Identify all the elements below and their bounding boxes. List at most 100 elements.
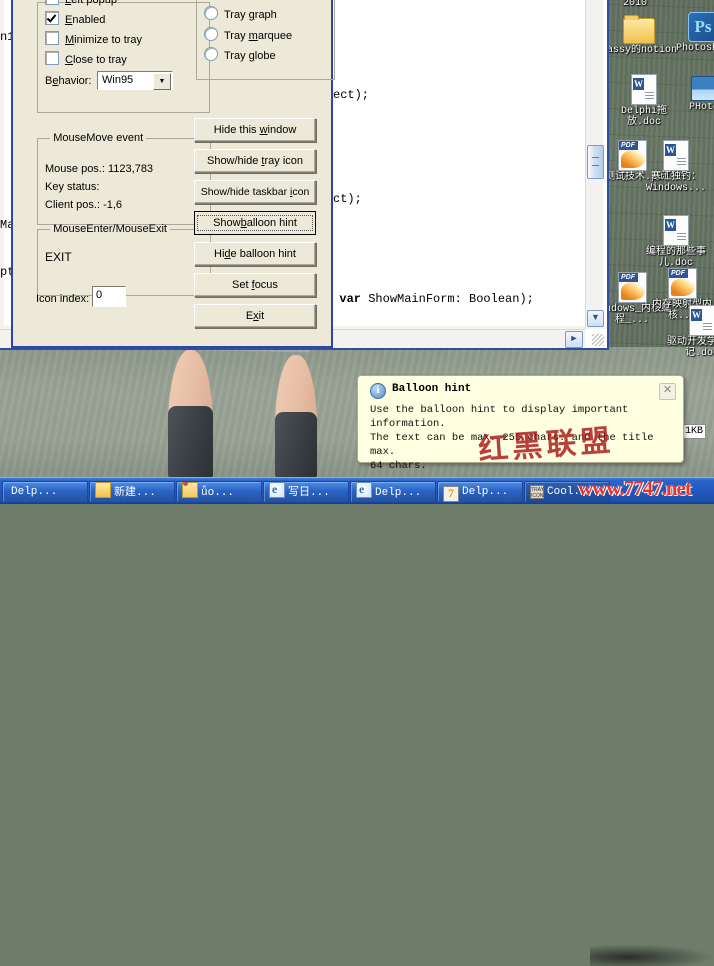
icon-index-label: Icon index: [36, 293, 90, 305]
set-focus-button[interactable]: Set focus [194, 273, 316, 297]
chevron-down-icon[interactable]: ▼ [153, 73, 171, 90]
radio-row-tray-graph[interactable]: Tray graph [204, 6, 277, 22]
behavior-value: Win95 [102, 74, 134, 86]
checkbox-left-popup[interactable] [45, 0, 59, 5]
delphi7-icon: 7 [443, 486, 459, 502]
taskbar-button-label: ǚo... [201, 487, 235, 499]
taskbar-button-new-folder[interactable]: 新建... [89, 481, 175, 503]
checkbox-row-close-to-tray[interactable]: Close to tray [45, 51, 127, 67]
show-hide-tray-icon-button[interactable]: Show/hide tray icon [194, 149, 316, 173]
checkbox-label: lose to tray [72, 54, 127, 66]
desktop-icon-windows-doc[interactable]: 寒江独钓：Windows... [637, 140, 714, 194]
radio-row-tray-marquee[interactable]: Tray marquee [204, 27, 292, 43]
chevron-down-icon[interactable]: ▼ [587, 310, 604, 327]
client-pos-label: Client pos.: [45, 199, 101, 211]
balloon-text: Use the balloon hint to display importan… [370, 404, 654, 472]
watermark-smudge [590, 944, 714, 966]
radio-tray-graph[interactable] [204, 6, 218, 20]
code-fragment-mainform: ; var ShowMainForm: Boolean); [325, 292, 534, 306]
taskbar-button-label: Delp... [11, 486, 58, 498]
mouse-pos-label: Mouse pos.: [45, 163, 105, 175]
word-doc-icon [689, 305, 714, 336]
word-doc-icon [663, 140, 689, 171]
desktop-icon-programming-doc[interactable]: 编程的那些事儿.doc [637, 215, 714, 269]
button-label: e balloon hint [230, 247, 296, 260]
checkbox-label: nabled [72, 14, 106, 26]
word-doc-icon [663, 215, 689, 246]
desktop-icon-label: 寒江独钓：Windows... [645, 172, 706, 194]
checkbox-label: inimize to tray [74, 34, 143, 46]
close-icon[interactable]: ✕ [659, 383, 676, 400]
button-label: alloon hint [246, 216, 297, 229]
chevron-right-icon[interactable]: ► [565, 331, 583, 348]
info-icon: i [370, 383, 386, 399]
taskbar-button-note[interactable]: ǚo... [176, 481, 262, 503]
site-watermark: www.7747.net [578, 476, 692, 500]
behavior-label: Behavior: [45, 75, 92, 87]
photos-folder-icon [691, 76, 714, 101]
hide-this-window-button[interactable]: Hide this window [194, 118, 316, 142]
client-pos-line: Client pos.: -1,6 [45, 199, 122, 211]
taskbar-button-delphi-3[interactable]: 7 Delp... [437, 481, 523, 503]
editor-vertical-scrollbar[interactable]: ▼ [585, 0, 604, 329]
photoshop-icon: Ps [688, 12, 714, 42]
desktop-icon-label: Delphi拖放.doc [620, 106, 667, 128]
button-label: indow [267, 123, 297, 136]
wallpaper-figure-right [275, 355, 317, 478]
button-label: ocus [254, 278, 278, 291]
client-pos-value: -1,6 [103, 199, 123, 211]
taskbar-button-delphi-2[interactable]: Delp... [350, 481, 436, 503]
resize-grip[interactable] [592, 334, 604, 346]
radio-row-tray-globe[interactable]: Tray globe [204, 47, 276, 63]
mouseenter-exit-value: EXIT [45, 250, 72, 264]
radio-label: raph [254, 9, 277, 21]
desktop-icon-label: 驱动开发学习笔记.doc [667, 337, 714, 359]
exit-button[interactable]: Exit [194, 304, 316, 328]
scrollbar-thumb[interactable] [587, 145, 604, 179]
trayicon-icon: TRAY ICON [530, 485, 544, 499]
hide-balloon-hint-button[interactable]: Hide balloon hint [194, 242, 316, 266]
checkbox-minimize-to-tray[interactable] [45, 31, 59, 45]
show-hide-taskbar-icon-button[interactable]: Show/hide taskbar icon [194, 180, 316, 204]
desktop-icon-label: PHotos [688, 102, 714, 113]
trayicon-demo-dialog[interactable]: Left popup Enabled Minimize to tray Clos… [11, 0, 335, 348]
checkbox-label: eft popup [71, 0, 117, 6]
desktop-icon-label: Photoshop [675, 43, 714, 54]
checkbox-close-to-tray[interactable] [45, 51, 59, 65]
folder-icon [95, 482, 111, 498]
behavior-combobox[interactable]: Win95 ▼ [97, 71, 173, 90]
desktop-icon-driver-notes-doc[interactable]: 驱动开发学习笔记.doc [663, 305, 714, 359]
word-doc-icon [631, 74, 657, 105]
radio-row-tray-radar[interactable]: Tray radar [204, 0, 274, 1]
mousemove-group-title: MouseMove event [53, 132, 144, 144]
ie-icon [356, 482, 372, 498]
button-label: it [258, 309, 265, 322]
radio-tray-marquee[interactable] [204, 27, 218, 41]
taskbar-button-write-diary[interactable]: 写日... [263, 481, 349, 503]
balloon-hint-tooltip[interactable]: i Balloon hint ✕ Use the balloon hint to… [357, 375, 684, 472]
code-keyword: var [339, 292, 362, 306]
folder-icon [623, 15, 655, 44]
checkbox-row-minimize-to-tray[interactable]: Minimize to tray [45, 31, 142, 47]
radio-label: arquee [257, 30, 293, 42]
desktop-icon-photoshop[interactable]: Ps Photoshop [664, 12, 714, 54]
wallpaper-figure-left [168, 350, 213, 478]
taskbar-button-label: 新建... [114, 487, 156, 499]
key-status-label: Key status: [45, 181, 100, 193]
note-icon [182, 482, 198, 498]
taskbar-button-delphi-1[interactable]: Delp... [2, 481, 88, 503]
show-balloon-hint-button[interactable]: Show b alloon hint [194, 211, 316, 235]
icon-index-input[interactable]: 0 [92, 286, 126, 307]
ie-icon [269, 482, 285, 498]
pdf-icon: PDF [667, 268, 697, 299]
radio-tray-globe[interactable] [204, 47, 218, 61]
taskbar-button-label: Delp... [375, 487, 422, 499]
checkbox-row-left-popup[interactable]: Left popup [45, 0, 117, 7]
checkbox-row-enabled[interactable]: Enabled [45, 11, 105, 27]
code-fragment: ect); [333, 88, 370, 102]
mouseenter-exit-title: MouseEnter/MouseExit [53, 223, 167, 235]
button-label: con [292, 185, 310, 198]
desktop-icon-photos-folder[interactable]: PHotos [668, 76, 714, 113]
balloon-title: Balloon hint [392, 383, 472, 395]
checkbox-enabled[interactable] [45, 11, 59, 25]
